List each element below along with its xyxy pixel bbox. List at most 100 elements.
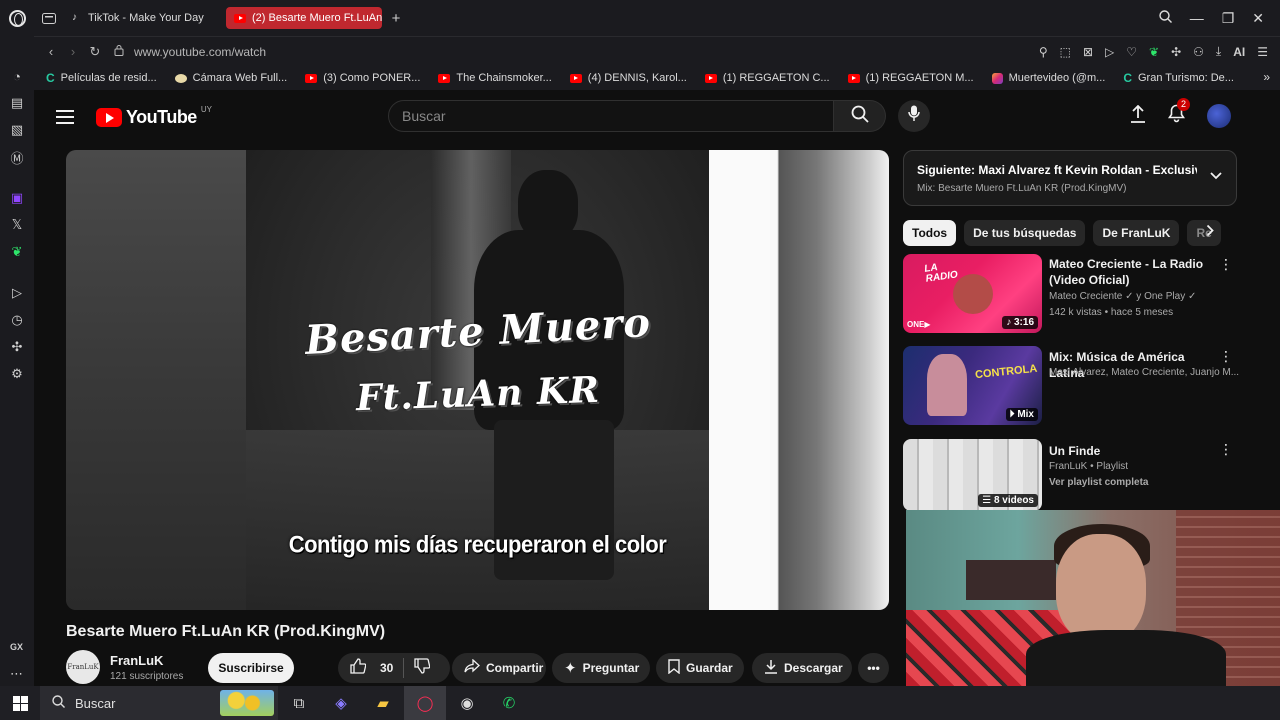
x-twitter-icon[interactable]: 𝕏 (9, 217, 25, 233)
ask-button[interactable]: ✦ Preguntar (552, 653, 650, 683)
chip-from-channel[interactable]: De FranLuK (1093, 220, 1180, 246)
gx-control-icon[interactable]: ▤ (9, 95, 25, 111)
tab-youtube-active[interactable]: (2) Besarte Muero Ft.LuAn (226, 7, 382, 29)
ai-icon[interactable]: ❦ (9, 244, 25, 260)
bookmark-item[interactable]: C Gran Turismo: De... (1123, 71, 1234, 85)
gx-label[interactable]: GX (10, 642, 23, 652)
like-count: 30 (380, 661, 394, 675)
new-tab-button[interactable]: + (386, 10, 406, 27)
copilot-icon[interactable]: ◈ (320, 686, 362, 720)
whatsapp-icon[interactable]: ✆ (488, 686, 530, 720)
adblock-icon[interactable]: ⊠ (1083, 45, 1093, 59)
chevron-right-icon[interactable] (1206, 224, 1215, 240)
menu-icon[interactable]: ☰ (1257, 45, 1268, 59)
puzzle-icon[interactable]: ✣ (1171, 45, 1181, 59)
forward-icon[interactable]: › (62, 44, 84, 59)
chip-related[interactable]: Re (1187, 220, 1221, 246)
bookmarks-more-icon[interactable]: » (1263, 70, 1270, 84)
task-view-icon[interactable]: ⧉ (278, 686, 320, 720)
extensions-icon[interactable]: ✣ (9, 339, 25, 355)
ai-extension-icon[interactable]: ❦ (1149, 45, 1159, 59)
mix-thumbnail[interactable]: CONTROLA ⏵ Mix (903, 346, 1042, 425)
recommendation-title[interactable]: Un Finde (1049, 443, 1219, 459)
like-button[interactable] (350, 658, 372, 678)
channel-avatar[interactable]: FranLuK (66, 650, 100, 684)
recommendation-title[interactable]: Mateo Creciente - La Radio (Video Oficia… (1049, 256, 1219, 288)
chip-all[interactable]: Todos (903, 220, 957, 246)
recommendation-channel[interactable]: Mateo Creciente ✓ y One Play ✓ (1049, 291, 1196, 302)
reload-icon[interactable]: ↻ (84, 44, 106, 60)
windows-start-icon[interactable] (0, 686, 40, 720)
back-icon[interactable]: ‹ (40, 44, 62, 59)
bookmark-item[interactable]: Muertevideo (@m... (991, 72, 1105, 84)
youtube-logo[interactable]: YouTube UY (96, 105, 212, 128)
gx-corner-icon[interactable]: ▧ (9, 122, 25, 138)
messenger-icon[interactable]: Ⓜ (9, 149, 25, 166)
wallet-icon[interactable]: ⚇ (1193, 45, 1204, 59)
notifications-button[interactable]: 2 (1168, 98, 1191, 128)
account-avatar[interactable] (1207, 104, 1231, 128)
file-explorer-icon[interactable]: ▰ (362, 686, 404, 720)
bookmark-item[interactable]: (4) DENNIS, Karol... (569, 72, 687, 84)
save-button[interactable]: Guardar (656, 653, 744, 683)
heart-icon[interactable]: ♡ (1126, 45, 1137, 59)
snapshot-icon[interactable]: ⬚ (1060, 45, 1071, 59)
more-vertical-icon[interactable]: ⋮ (1219, 256, 1233, 273)
search-tabs-icon[interactable] (1159, 10, 1172, 26)
more-vertical-icon[interactable]: ⋮ (1219, 441, 1233, 458)
player-icon[interactable]: ▷ (9, 285, 25, 301)
taskbar-search[interactable]: Buscar (40, 686, 278, 720)
channel-name[interactable]: FranLuK (110, 653, 163, 668)
opera-gx-taskbar-icon[interactable]: ◯ (404, 686, 446, 720)
search-input[interactable] (388, 100, 834, 132)
tab-manager-icon[interactable] (34, 0, 64, 36)
share-button[interactable]: Compartir (452, 653, 546, 683)
subscribe-button[interactable]: Suscribirse (208, 653, 294, 683)
bookmark-item[interactable]: The Chainsmoker... (438, 72, 552, 84)
bookmark-item[interactable]: (1) REGGAETON C... (704, 72, 830, 84)
recommendation-item[interactable]: ☰ 8 videos Un Finde FranLuK • Playlist V… (903, 439, 1237, 519)
twitch-icon[interactable]: ▣ (9, 190, 25, 206)
bookmark-item[interactable]: (1) REGGAETON M... (847, 72, 974, 84)
close-icon[interactable]: ✕ (1252, 10, 1264, 27)
playlist-thumbnail[interactable]: ☰ 8 videos (903, 439, 1042, 511)
url-field[interactable]: www.youtube.com/watch (114, 44, 266, 59)
bookmark-item[interactable]: C Películas de resid... (46, 71, 157, 85)
up-next-card[interactable]: Siguiente: Maxi Alvarez ft Kevin Roldan … (903, 150, 1237, 206)
thumbnail-logo-text: ONE▶ (907, 320, 931, 329)
more-actions-button[interactable]: ••• (858, 653, 889, 683)
minimize-icon[interactable]: — (1190, 10, 1204, 26)
guide-menu-icon[interactable] (56, 110, 74, 124)
download-button[interactable]: Descargar (752, 653, 852, 683)
speed-dial-icon[interactable]: ◔ (9, 68, 25, 84)
obs-icon[interactable]: ◉ (446, 686, 488, 720)
download-icon[interactable]: ⤓ (1216, 44, 1221, 59)
pin-icon[interactable]: ⚲ (1039, 45, 1048, 59)
search-button[interactable] (834, 100, 886, 132)
tab-tiktok[interactable]: ♪ TikTok - Make Your Day (64, 7, 222, 29)
video-player[interactable]: Besarte Muero Ft.LuAn KR Contigo mis día… (66, 150, 889, 610)
opera-logo-icon[interactable] (0, 0, 34, 36)
recommendation-item[interactable]: CONTROLA ⏵ Mix Mix: Música de América La… (903, 346, 1239, 426)
youtube-icon (704, 73, 717, 83)
up-next-mix: Mix: Besarte Muero Ft.LuAn KR (Prod.King… (917, 183, 1127, 194)
history-icon[interactable]: ◷ (9, 312, 25, 328)
chevron-down-icon[interactable] (1210, 169, 1222, 183)
bookmark-item[interactable]: (3) Como PONER... (305, 72, 420, 84)
thumbnail-figure (927, 354, 967, 416)
upload-icon[interactable] (1130, 104, 1146, 128)
more-vertical-icon[interactable]: ⋮ (1219, 348, 1233, 365)
bookmark-item[interactable]: Cámara Web Full... (174, 72, 287, 84)
voice-search-button[interactable] (898, 100, 930, 132)
aria-ai-button[interactable]: AI (1233, 45, 1245, 59)
video-thumbnail[interactable]: LA RADIO ONE▶ ♪ 3:16 (903, 254, 1042, 333)
dislike-button[interactable] (414, 658, 436, 678)
sunflower-widget-icon[interactable] (220, 690, 274, 716)
more-icon[interactable]: ⋯ (10, 666, 23, 682)
maximize-icon[interactable]: ❐ (1222, 10, 1235, 27)
play-icon[interactable]: ▷ (1105, 45, 1114, 59)
chip-from-searches[interactable]: De tus búsquedas (964, 220, 1086, 246)
settings-icon[interactable]: ⚙ (9, 366, 25, 382)
view-playlist-link[interactable]: Ver playlist completa (1049, 477, 1149, 488)
recommendation-item[interactable]: LA RADIO ONE▶ ♪ 3:16 Mateo Creciente - L… (903, 254, 1237, 334)
